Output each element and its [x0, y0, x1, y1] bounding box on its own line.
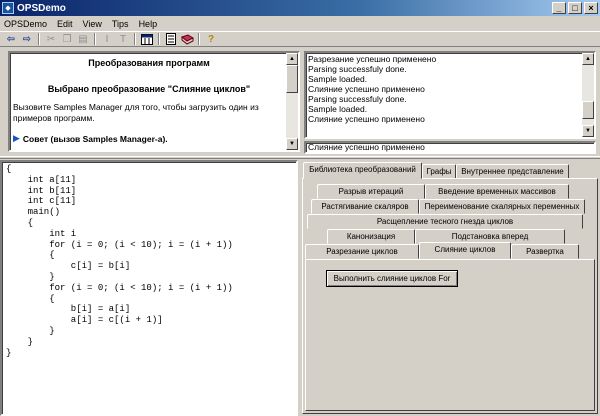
forward-arrow-icon[interactable]: ⇨: [19, 32, 35, 46]
help-icon[interactable]: ?: [203, 32, 219, 46]
scroll-down-button[interactable]: ▼: [286, 138, 298, 150]
info-text: Вызовите Samples Manager для того, чтобы…: [13, 102, 259, 123]
close-button[interactable]: ×: [584, 2, 598, 14]
tab-row-2: Растягивание скаляров Переименование ска…: [311, 199, 585, 214]
title-bar: ◆ OPSDemo _ □ ×: [0, 0, 600, 16]
app-icon: ◆: [2, 2, 14, 14]
info-title: Преобразования программ: [88, 58, 210, 68]
log-line: Parsing successfuly done.: [308, 64, 407, 74]
window-title: OPSDemo: [17, 2, 66, 14]
cut-icon[interactable]: ✂: [43, 32, 59, 46]
toolbar-separator: [134, 33, 136, 45]
info-scrollbar[interactable]: ▲ ▼: [286, 53, 298, 150]
tab-unrolling[interactable]: Развертка: [511, 244, 579, 259]
toolbar-separator: [94, 33, 96, 45]
scroll-down-button[interactable]: ▼: [582, 125, 594, 137]
minimize-button[interactable]: _: [552, 2, 566, 14]
tab-library[interactable]: Библиотека преобразований: [303, 162, 422, 179]
source-code[interactable]: { int a[11] int b[11] int c[11] main() {…: [6, 164, 233, 358]
log-line: Sample loaded.: [308, 104, 368, 114]
tab-internal[interactable]: Внутреннее представление: [456, 164, 569, 179]
tab-row-3: Расщепление тесного гнезда циклов: [307, 214, 583, 229]
book-icon[interactable]: [179, 32, 195, 46]
tip-link[interactable]: ▶ Совет (вызов Samples Manager-а).: [13, 133, 285, 144]
apply-loop-fusion-button[interactable]: Выполнить слияние циклов For: [326, 270, 458, 287]
menu-tips[interactable]: Tips: [107, 19, 134, 29]
text-format-icon[interactable]: T: [115, 32, 131, 46]
tab-nest-split[interactable]: Расщепление тесного гнезда циклов: [307, 214, 583, 229]
menu-help[interactable]: Help: [134, 19, 163, 29]
log-panel: Разрезание успешно применено Parsing suc…: [304, 51, 596, 139]
tab-canonization[interactable]: Канонизация: [327, 229, 415, 244]
tab-loop-fusion[interactable]: Слияние циклов: [419, 242, 511, 259]
loop-fusion-page: Выполнить слияние циклов For: [305, 259, 595, 411]
copy-icon[interactable]: ❐: [59, 32, 75, 46]
back-arrow-icon[interactable]: ⇦: [3, 32, 19, 46]
main-tabs: Библиотека преобразований Графы Внутренн…: [303, 162, 569, 179]
tab-scalar-rename[interactable]: Переименование скалярных переменных: [419, 199, 585, 214]
toolbar-separator: [158, 33, 160, 45]
info-panel: Преобразования программ Выбрано преобраз…: [8, 51, 300, 152]
tip-arrow-icon: ▶: [13, 133, 20, 143]
tab-loop-distribution[interactable]: Разрезание циклов: [305, 244, 419, 259]
log-line: Sample loaded.: [308, 74, 368, 84]
library-page: Разрыв итераций Введение временных масси…: [302, 178, 598, 414]
tab-scalar-expansion[interactable]: Растягивание скаляров: [311, 199, 419, 214]
list-icon[interactable]: [163, 32, 179, 46]
log-line: Parsing successfuly done.: [308, 94, 407, 104]
tab-row-5: Разрезание циклов Слияние циклов Разверт…: [305, 242, 579, 259]
tab-graphs[interactable]: Графы: [422, 164, 456, 179]
info-subtitle: Выбрано преобразование "Слияние циклов": [47, 84, 251, 94]
scroll-thumb[interactable]: [286, 65, 298, 93]
menu-bar: OPSDemo Edit View Tips Help: [0, 16, 600, 31]
tip-label: Совет (вызов Samples Manager-а).: [22, 133, 168, 144]
code-editor[interactable]: { int a[11] int b[11] int c[11] main() {…: [0, 160, 298, 416]
log-lines: Разрезание успешно применено Parsing suc…: [308, 54, 436, 124]
toolbar-separator: [38, 33, 40, 45]
text-cursor-icon[interactable]: I: [99, 32, 115, 46]
scroll-thumb[interactable]: [582, 101, 594, 119]
tab-iteration-split[interactable]: Разрыв итераций: [317, 184, 425, 199]
tab-temp-arrays[interactable]: Введение временных массивов: [425, 184, 569, 199]
tab-row-1: Разрыв итераций Введение временных масси…: [317, 184, 569, 199]
log-scrollbar[interactable]: ▲ ▼: [582, 53, 594, 137]
scroll-up-button[interactable]: ▲: [286, 53, 298, 65]
log-line: Слияние успешно применено: [308, 84, 425, 94]
scroll-up-button[interactable]: ▲: [582, 53, 594, 65]
splitter[interactable]: [0, 156, 600, 159]
calendar-icon[interactable]: [139, 32, 155, 46]
transform-pane: Библиотека преобразований Графы Внутренн…: [300, 160, 600, 416]
maximize-button[interactable]: □: [568, 2, 582, 14]
log-line: Слияние успешно применено: [308, 114, 425, 124]
toolbar-separator: [198, 33, 200, 45]
log-line: Разрезание успешно применено: [308, 54, 437, 64]
menu-opsdemo[interactable]: OPSDemo: [0, 19, 52, 29]
status-field[interactable]: Слияние успешно применено: [304, 141, 596, 154]
paste-icon[interactable]: ▤: [75, 32, 91, 46]
menu-edit[interactable]: Edit: [52, 19, 78, 29]
menu-view[interactable]: View: [78, 19, 107, 29]
toolbar: ⇦ ⇨ ✂ ❐ ▤ I T ?: [0, 31, 600, 47]
